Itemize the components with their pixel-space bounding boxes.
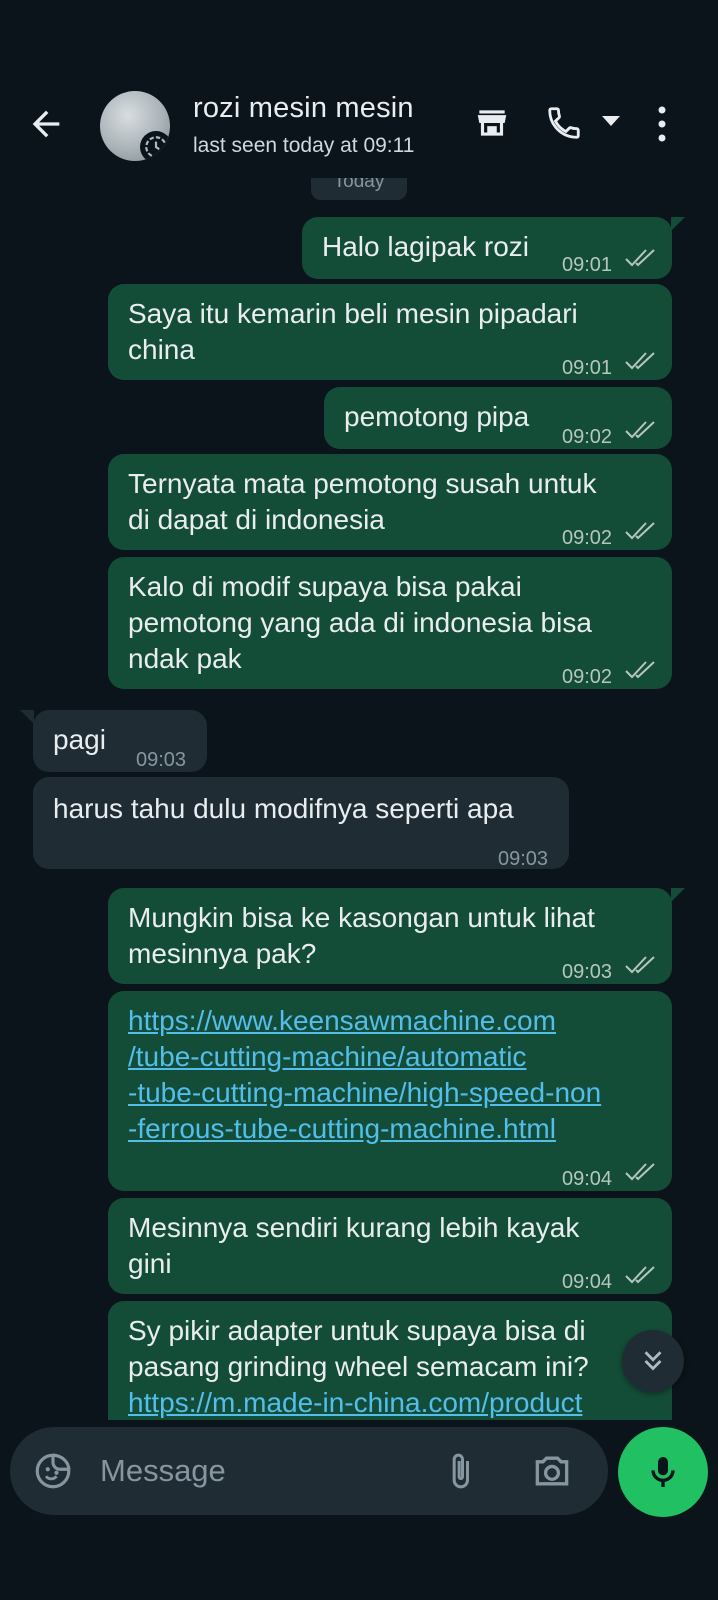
message-link[interactable]: https://www.keensawmachine.com /tube-cut…	[128, 1003, 601, 1147]
message-bubble-outgoing[interactable]: Mungkin bisa ke kasongan untuk lihat mes…	[108, 888, 672, 984]
message-bubble-outgoing[interactable]: https://www.keensawmachine.com /tube-cut…	[108, 991, 672, 1191]
store-icon[interactable]	[473, 104, 511, 142]
sticker-icon[interactable]	[32, 1450, 74, 1492]
contact-name[interactable]: rozi mesin mesin	[193, 92, 414, 125]
caret-down-icon[interactable]	[600, 114, 622, 128]
message-time: 09:01	[562, 254, 613, 276]
back-arrow-icon[interactable]	[26, 104, 66, 144]
message-text: Halo lagipak rozi	[322, 231, 529, 262]
message-time: 09:02	[562, 527, 613, 549]
double-check-icon	[625, 661, 655, 679]
bubble-tail	[671, 888, 685, 902]
scroll-down-icon	[644, 1351, 662, 1371]
message-time: 09:03	[498, 848, 549, 870]
message-bubble-incoming[interactable]: harus tahu dulu modifnya seperti apa 09:…	[33, 777, 569, 870]
mic-icon	[651, 1457, 675, 1487]
message-bubble-outgoing[interactable]: Halo lagipak rozi 09:01	[302, 217, 672, 279]
message-time: 09:02	[562, 666, 613, 688]
message-input-bar[interactable]: Message	[10, 1427, 608, 1515]
message-time: 09:04	[562, 1271, 613, 1293]
double-check-icon	[625, 352, 655, 370]
scroll-down-button[interactable]	[622, 1330, 684, 1392]
bubble-tail	[20, 710, 34, 724]
chat-header: rozi mesin mesin last seen today at 09:1…	[0, 0, 718, 178]
status-ring-icon	[140, 131, 170, 161]
message-link[interactable]: https://m.made-in-china.com/product	[128, 1385, 582, 1421]
bubble-tail	[671, 217, 685, 231]
message-bubble-outgoing[interactable]: Ternyata mata pemotong susah untuk di da…	[108, 454, 672, 550]
phone-icon[interactable]	[545, 104, 583, 142]
double-check-icon	[625, 249, 655, 267]
message-text: pemotong pipa	[344, 401, 530, 432]
message-text: Mungkin bisa ke kasongan untuk lihat mes…	[128, 902, 595, 969]
message-bubble-outgoing[interactable]: pemotong pipa 09:02	[324, 387, 672, 449]
camera-icon[interactable]	[530, 1449, 574, 1493]
message-text: Kalo di modif supaya bisa pakai pemotong…	[128, 571, 592, 674]
double-check-icon	[625, 1163, 655, 1181]
message-text: Saya itu kemarin beli mesin pipadari chi…	[128, 298, 578, 365]
double-check-icon	[625, 421, 655, 439]
message-time: 09:03	[136, 749, 187, 771]
message-text: Sy pikir adapter untuk supaya bisa di pa…	[128, 1315, 589, 1382]
message-time: 09:02	[562, 426, 613, 448]
message-time: 09:03	[562, 961, 613, 983]
mic-button[interactable]	[618, 1427, 708, 1517]
message-text: Mesinnya sendiri kurang lebih kayak gini	[128, 1212, 580, 1279]
message-time: 09:04	[562, 1168, 613, 1190]
message-bubble-outgoing[interactable]: Mesinnya sendiri kurang lebih kayak gini…	[108, 1198, 672, 1294]
more-vert-icon[interactable]	[650, 104, 674, 144]
double-check-icon	[625, 522, 655, 540]
message-text: pagi	[53, 724, 106, 755]
contact-avatar[interactable]	[100, 91, 170, 161]
double-check-icon	[625, 1266, 655, 1284]
message-text: Ternyata mata pemotong susah untuk di da…	[128, 468, 597, 535]
message-bubble-outgoing[interactable]: Kalo di modif supaya bisa pakai pemotong…	[108, 557, 672, 689]
message-input[interactable]: Message	[100, 1453, 226, 1489]
message-bubble-outgoing[interactable]: Saya itu kemarin beli mesin pipadari chi…	[108, 284, 672, 380]
double-check-icon	[625, 956, 655, 974]
last-seen-status: last seen today at 09:11	[193, 134, 415, 157]
attach-icon[interactable]	[440, 1449, 480, 1493]
message-bubble-incoming[interactable]: pagi 09:03	[33, 710, 207, 772]
message-text: harus tahu dulu modifnya seperti apa	[53, 793, 514, 824]
message-time: 09:01	[562, 357, 613, 379]
